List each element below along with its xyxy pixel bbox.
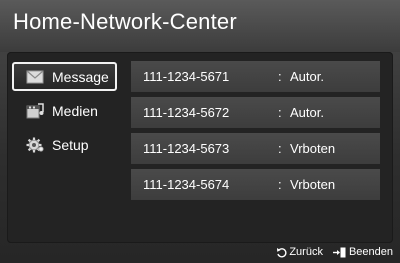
back-label: Zurück: [289, 246, 323, 258]
exit-label: Beenden: [348, 246, 393, 258]
status-text: Vrboten: [290, 177, 336, 192]
phone-number: 111-1234-5673: [143, 141, 230, 156]
home-network-center-screen: Home-Network-Center Message Medien Setup…: [0, 0, 400, 263]
envelope-icon: [26, 70, 44, 83]
sidebar: Message Medien Setup: [12, 62, 117, 164]
phone-number: 111-1234-5671: [143, 69, 230, 84]
separator: :: [278, 69, 282, 84]
sidebar-item-setup[interactable]: Setup: [12, 130, 117, 159]
sidebar-item-label: Medien: [52, 102, 98, 119]
list-item[interactable]: 111-1234-5671 : Autor.: [131, 61, 380, 92]
status-text: Vrboten: [290, 141, 336, 156]
sidebar-item-label: Message: [52, 68, 109, 85]
title-bar: Home-Network-Center: [0, 0, 400, 52]
sidebar-item-message[interactable]: Message: [12, 62, 117, 91]
phone-number: 111-1234-5672: [143, 105, 230, 120]
footer-bar: Zurück Beenden: [7, 243, 393, 261]
exit-icon: [332, 247, 346, 257]
page-title: Home-Network-Center: [13, 9, 237, 34]
return-icon: [277, 247, 287, 258]
list-item[interactable]: 111-1234-5673 : Vrboten: [131, 133, 380, 164]
sidebar-item-label: Setup: [52, 136, 89, 153]
sidebar-item-medien[interactable]: Medien: [12, 96, 117, 125]
list-item[interactable]: 111-1234-5674 : Vrboten: [131, 169, 380, 200]
separator: :: [278, 141, 282, 156]
exit-button[interactable]: Beenden: [332, 246, 393, 258]
list-item[interactable]: 111-1234-5672 : Autor.: [131, 97, 380, 128]
separator: :: [278, 177, 282, 192]
phone-number: 111-1234-5674: [143, 177, 230, 192]
separator: :: [278, 105, 282, 120]
film-music-icon: [26, 102, 44, 118]
status-text: Autor.: [290, 69, 324, 84]
gear-icon: [26, 137, 44, 152]
message-list: 111-1234-5671 : Autor. 111-1234-5672 : A…: [131, 61, 380, 205]
back-button[interactable]: Zurück: [276, 246, 323, 258]
status-text: Autor.: [290, 105, 324, 120]
